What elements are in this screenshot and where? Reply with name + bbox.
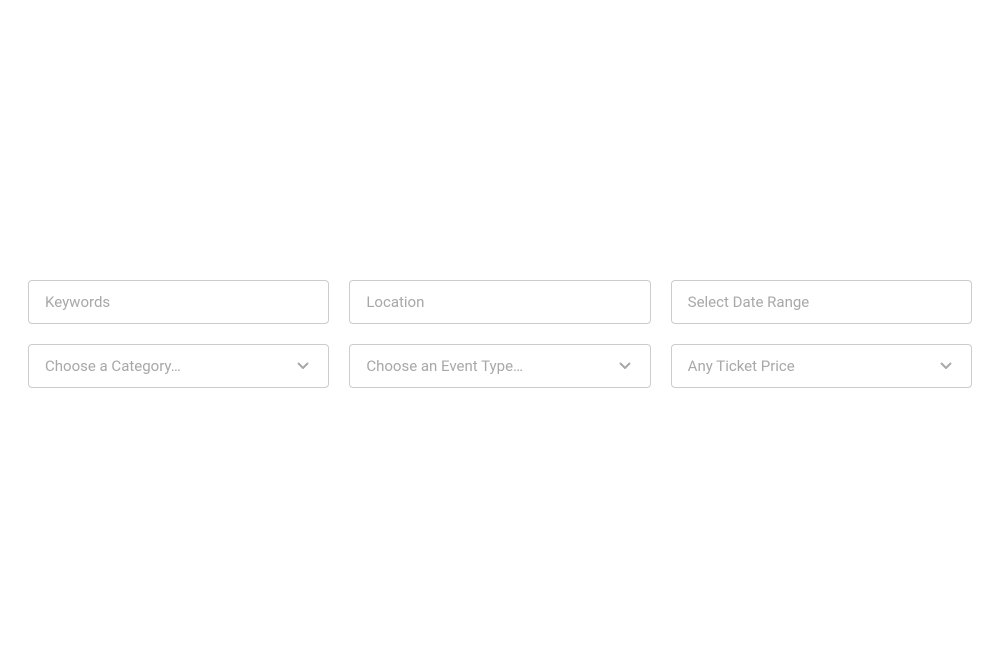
ticket-price-select-label: Any Ticket Price (688, 357, 795, 375)
event-type-select-label: Choose an Event Type… (366, 357, 523, 375)
category-select[interactable]: Choose a Category… (28, 344, 329, 388)
chevron-down-icon (937, 357, 955, 375)
event-type-select[interactable]: Choose an Event Type… (349, 344, 650, 388)
chevron-down-icon (294, 357, 312, 375)
location-input[interactable] (349, 280, 650, 324)
search-form: Choose a Category… Choose an Event Type…… (28, 280, 972, 388)
keywords-input[interactable] (28, 280, 329, 324)
date-range-input[interactable] (671, 280, 972, 324)
chevron-down-icon (616, 357, 634, 375)
ticket-price-select[interactable]: Any Ticket Price (671, 344, 972, 388)
category-select-label: Choose a Category… (45, 357, 181, 375)
